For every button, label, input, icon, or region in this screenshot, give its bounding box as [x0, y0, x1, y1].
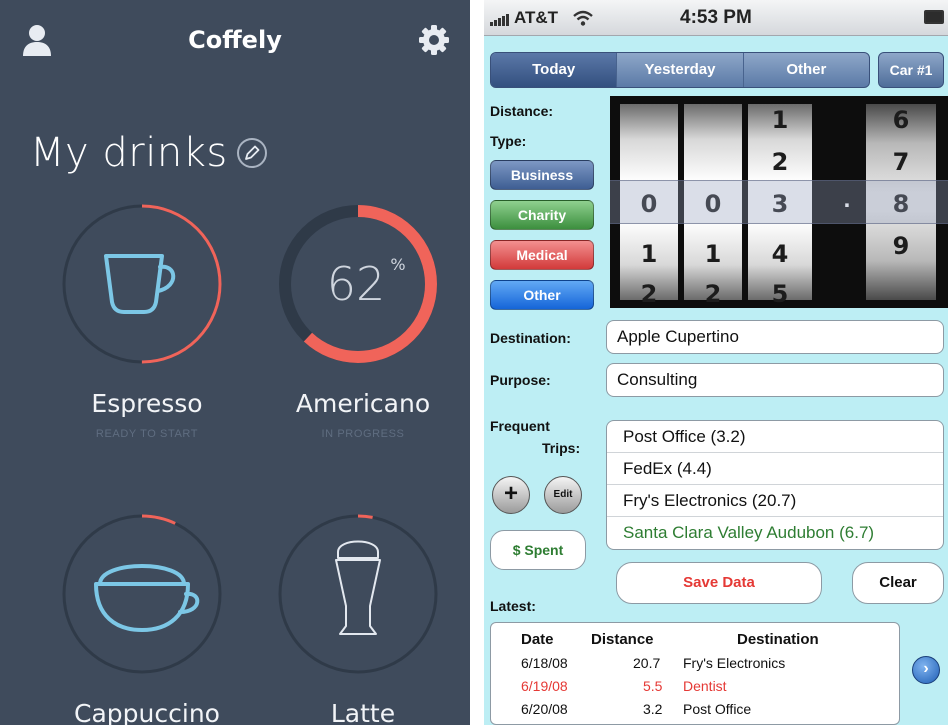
- drink-name: Latte: [330, 699, 396, 725]
- destination-field[interactable]: Apple Cupertino: [606, 320, 944, 354]
- type-charity-button[interactable]: Charity: [490, 200, 594, 230]
- purpose-field[interactable]: Consulting: [606, 363, 944, 397]
- gear-icon[interactable]: [418, 24, 450, 56]
- wheel-digit: 9: [892, 232, 910, 260]
- drink-name: Americano: [295, 389, 431, 418]
- latte-glass-icon: [335, 540, 381, 635]
- save-data-button[interactable]: Save Data: [616, 562, 822, 604]
- frequent-trip-item[interactable]: Fry's Electronics (20.7): [607, 485, 943, 517]
- latest-label: Latest:: [490, 598, 536, 614]
- drink-card-americano[interactable]: 62 % Americano IN PROGRESS: [258, 198, 468, 440]
- progress-ring: 62 %: [279, 205, 437, 363]
- wheel-digit: 1: [704, 240, 722, 268]
- distance-label: Distance:: [490, 103, 554, 119]
- row-distance: 20.7: [633, 655, 661, 671]
- signal-icon: [490, 14, 509, 26]
- progress-ring: [278, 514, 438, 674]
- row-date: 6/19/08: [521, 678, 568, 694]
- row-distance: 5.5: [643, 678, 663, 694]
- picker-selection-band: [610, 180, 948, 224]
- drink-card-latte[interactable]: Latte: [258, 508, 468, 725]
- cappuccino-cup-icon: [94, 564, 200, 632]
- frequent-trips-list: Post Office (3.2) FedEx (4.4) Fry's Elec…: [606, 420, 944, 550]
- clear-button[interactable]: Clear: [852, 562, 944, 604]
- wheel-digit: 4: [771, 240, 789, 268]
- row-destination: Dentist: [683, 678, 727, 694]
- drink-card-espresso[interactable]: Espresso READY TO START: [42, 198, 252, 440]
- type-other-button[interactable]: Other: [490, 280, 594, 310]
- table-header-distance: Distance: [591, 631, 654, 648]
- frequent-trip-item[interactable]: Santa Clara Valley Audubon (6.7): [607, 517, 943, 549]
- wheel-digit: 1: [640, 240, 658, 268]
- drink-name: Cappuccino: [74, 699, 220, 725]
- row-date: 6/18/08: [521, 655, 568, 671]
- app-header: Coffely: [0, 0, 470, 90]
- progress-percent: 62: [327, 257, 386, 311]
- day-segmented-control: Today Yesterday Other: [490, 52, 870, 88]
- wheel-digit: 2: [640, 280, 658, 308]
- page-title: My drinks: [30, 130, 228, 176]
- progress-ring: [62, 204, 222, 364]
- wheel-digit: 1: [771, 106, 789, 134]
- frequent-trip-item[interactable]: FedEx (4.4): [607, 453, 943, 485]
- wheel-digit: 6: [892, 106, 910, 134]
- drink-status: IN PROGRESS: [321, 428, 405, 440]
- tab-yesterday[interactable]: Yesterday: [617, 53, 744, 87]
- cup-icon: [104, 254, 176, 314]
- tab-other[interactable]: Other: [744, 53, 869, 87]
- type-business-button[interactable]: Business: [490, 160, 594, 190]
- table-header-date: Date: [521, 631, 554, 648]
- drink-name: Espresso: [91, 389, 203, 418]
- wheel-digit: 2: [771, 148, 789, 176]
- progress-ring: [62, 514, 222, 674]
- row-distance: 3.2: [643, 701, 663, 717]
- row-destination: Post Office: [683, 701, 752, 717]
- destination-label: Destination:: [490, 330, 571, 346]
- wheel-digit: 5: [771, 280, 789, 308]
- app-title: Coffely: [188, 26, 282, 54]
- spent-button[interactable]: $ Spent: [490, 530, 586, 570]
- distance-picker[interactable]: 0 1 2 0 1 2 1 2 3 4 5 . 6 7 8 9: [610, 96, 948, 308]
- percent-sign: %: [390, 255, 405, 274]
- frequent-label: Frequent: [490, 418, 550, 434]
- frequent-trip-item[interactable]: Post Office (3.2): [607, 421, 943, 453]
- latest-trips-table: Date Distance Destination 6/18/08 20.7 F…: [490, 622, 900, 725]
- edit-trips-button[interactable]: Edit: [544, 476, 582, 514]
- drink-card-cappuccino[interactable]: Cappuccino: [42, 508, 252, 725]
- battery-icon: [924, 10, 944, 24]
- trips-label: Trips:: [542, 440, 581, 456]
- drink-status: READY TO START: [95, 428, 199, 440]
- next-arrow-icon[interactable]: ›: [912, 656, 940, 684]
- wheel-digit: 2: [704, 280, 722, 308]
- status-time: 4:53 PM: [680, 7, 752, 28]
- row-destination: Fry's Electronics: [683, 655, 786, 671]
- wifi-icon: [573, 10, 593, 26]
- row-date: 6/20/08: [521, 701, 568, 717]
- status-bar: AT&T 4:53 PM: [484, 0, 948, 36]
- wheel-digit: 7: [892, 148, 910, 176]
- table-header-destination: Destination: [737, 631, 819, 648]
- add-trip-button[interactable]: +: [492, 476, 530, 514]
- purpose-label: Purpose:: [490, 372, 551, 388]
- car-select-button[interactable]: Car #1: [878, 52, 944, 88]
- mileage-app: AT&T 4:53 PM Today Yesterday Other Car #…: [484, 0, 948, 725]
- type-label: Type:: [490, 133, 527, 149]
- tab-today[interactable]: Today: [491, 53, 618, 87]
- type-medical-button[interactable]: Medical: [490, 240, 594, 270]
- pencil-icon[interactable]: [236, 137, 268, 169]
- coffely-app: Coffely My drinks Espresso READY TO STAR…: [0, 0, 470, 725]
- carrier-name: AT&T: [514, 8, 559, 27]
